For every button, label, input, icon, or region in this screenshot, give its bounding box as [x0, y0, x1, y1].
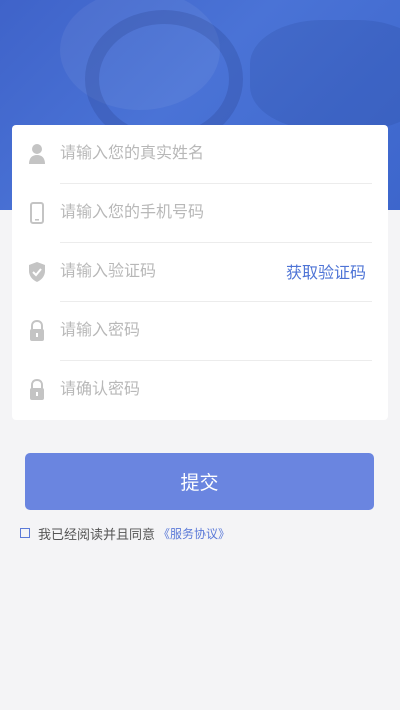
code-row: 获取验证码 [12, 243, 388, 302]
registration-form: 获取验证码 [12, 125, 388, 420]
name-row [12, 125, 388, 184]
name-input[interactable] [60, 139, 310, 165]
agreement-row: 我已经阅读并且同意 《服务协议》 [20, 524, 230, 543]
lock-icon [28, 319, 46, 342]
user-icon [28, 143, 46, 165]
get-code-button[interactable]: 获取验证码 [286, 259, 366, 283]
phone-input[interactable] [60, 198, 310, 224]
submit-button[interactable]: 提交 [25, 453, 374, 510]
phone-row [12, 184, 388, 243]
password-row [12, 302, 388, 361]
lock-icon [28, 378, 46, 401]
password-input[interactable] [60, 316, 310, 342]
verification-code-input[interactable] [60, 257, 260, 283]
phone-icon [28, 202, 46, 224]
banner-decoration [250, 20, 400, 130]
confirm-password-input[interactable] [60, 375, 310, 401]
agreement-checkbox[interactable] [20, 528, 30, 538]
confirm-password-row [12, 361, 388, 420]
agreement-text: 我已经阅读并且同意 [38, 527, 156, 543]
shield-check-icon [28, 261, 46, 283]
service-agreement-link[interactable]: 《服务协议》 [158, 525, 230, 542]
